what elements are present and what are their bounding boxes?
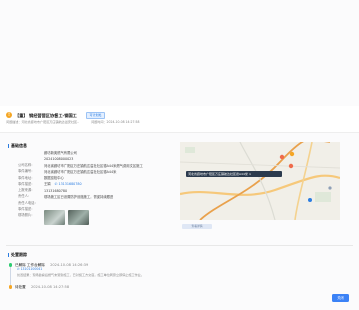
info-label: 现场照片： (18, 213, 35, 218)
alert-meta: 问题描述：河北省廊坊市广阳区万庄镇航达溢安社区.. 问题时间：2024-10-0… (6, 120, 140, 125)
info-value: 河北省廊坊市广阳区万庄镇航达溢社社区德A44米燃气费用文区施工 (44, 163, 143, 168)
warning-icon: ! (6, 112, 12, 118)
timeline-description: 处置结果：现场勘察后燃气未受到施工，已对施工方交底，施工单位同意立即停止施工作业… (17, 273, 144, 277)
site-photo-thumbnail[interactable] (68, 210, 89, 225)
timeline-line (10, 267, 11, 287)
alert-meta-description: 问题描述：河北省廊坊市广阳区万庄镇航达溢安社区.. (6, 120, 80, 124)
alert-meta-time: 问题时间：2024-10-08 14:27:58 (91, 120, 140, 124)
location-map[interactable] (180, 142, 340, 220)
info-value: 数据巡检中心 (44, 176, 64, 181)
info-value[interactable]: 13131680780 (44, 189, 67, 193)
site-photo-thumbnail[interactable] (44, 210, 65, 225)
timeline-dot-pending (8, 285, 13, 289)
phone-icon: ✆ (54, 182, 58, 187)
timeline-status: 已解除 工作台解除 (15, 262, 45, 267)
map-detail-button[interactable]: 查看详情 (182, 224, 212, 229)
timeline-phone[interactable]: ✆ 13101100041 (17, 267, 43, 272)
info-value: 河北省廊坊市广阳区万庄镇航达溢社社区德A44米 (44, 169, 117, 174)
info-value: 王娟 ✆ 13131680780 (44, 182, 82, 186)
info-value: 20241008000023 (44, 157, 74, 162)
status-badge[interactable]: 可计划处 (86, 111, 105, 119)
info-list: 公司名称： 廊坊新奥燃气有限公司 事件编号： 20241008000023 事件… (18, 151, 178, 217)
timeline-status: 待处置 (15, 284, 26, 289)
timeline-time: 2024-10-08 14:26:39 (50, 262, 89, 267)
primary-action-button[interactable]: 关闭 (332, 294, 349, 302)
info-value: 廊坊新奥燃气有限公司 (44, 151, 77, 155)
timeline-time: 2024-10-08 14:27:58 (30, 284, 70, 289)
timeline-phone-number[interactable]: 13101100041 (21, 267, 43, 271)
info-row: 现场照片： (18, 201, 178, 217)
timeline-dot-done (8, 263, 13, 267)
alert-title: 【重】 钢经营营区协督工-钢国工 (15, 112, 77, 118)
map-location-tooltip[interactable]: 河北省廊坊市广阳区万庄镇航达社区德A44米 × (186, 171, 282, 177)
responsible-phone-link[interactable]: 13131680780 (58, 182, 81, 186)
responsible-name: 王娟 (44, 182, 51, 187)
section-title-basic-info: 基础信息 (11, 143, 27, 148)
timeline-event: 待处置 2024-10-08 14:27:58 (15, 285, 69, 289)
section-divider (6, 245, 353, 246)
section-title-tracking: 处置跟踪 (11, 252, 27, 257)
map-canvas (180, 142, 340, 220)
section-marker (8, 143, 10, 148)
section-marker (8, 252, 10, 257)
info-value: 现场施工区已设置防护设施施工，督促持续跟进 (44, 195, 114, 200)
